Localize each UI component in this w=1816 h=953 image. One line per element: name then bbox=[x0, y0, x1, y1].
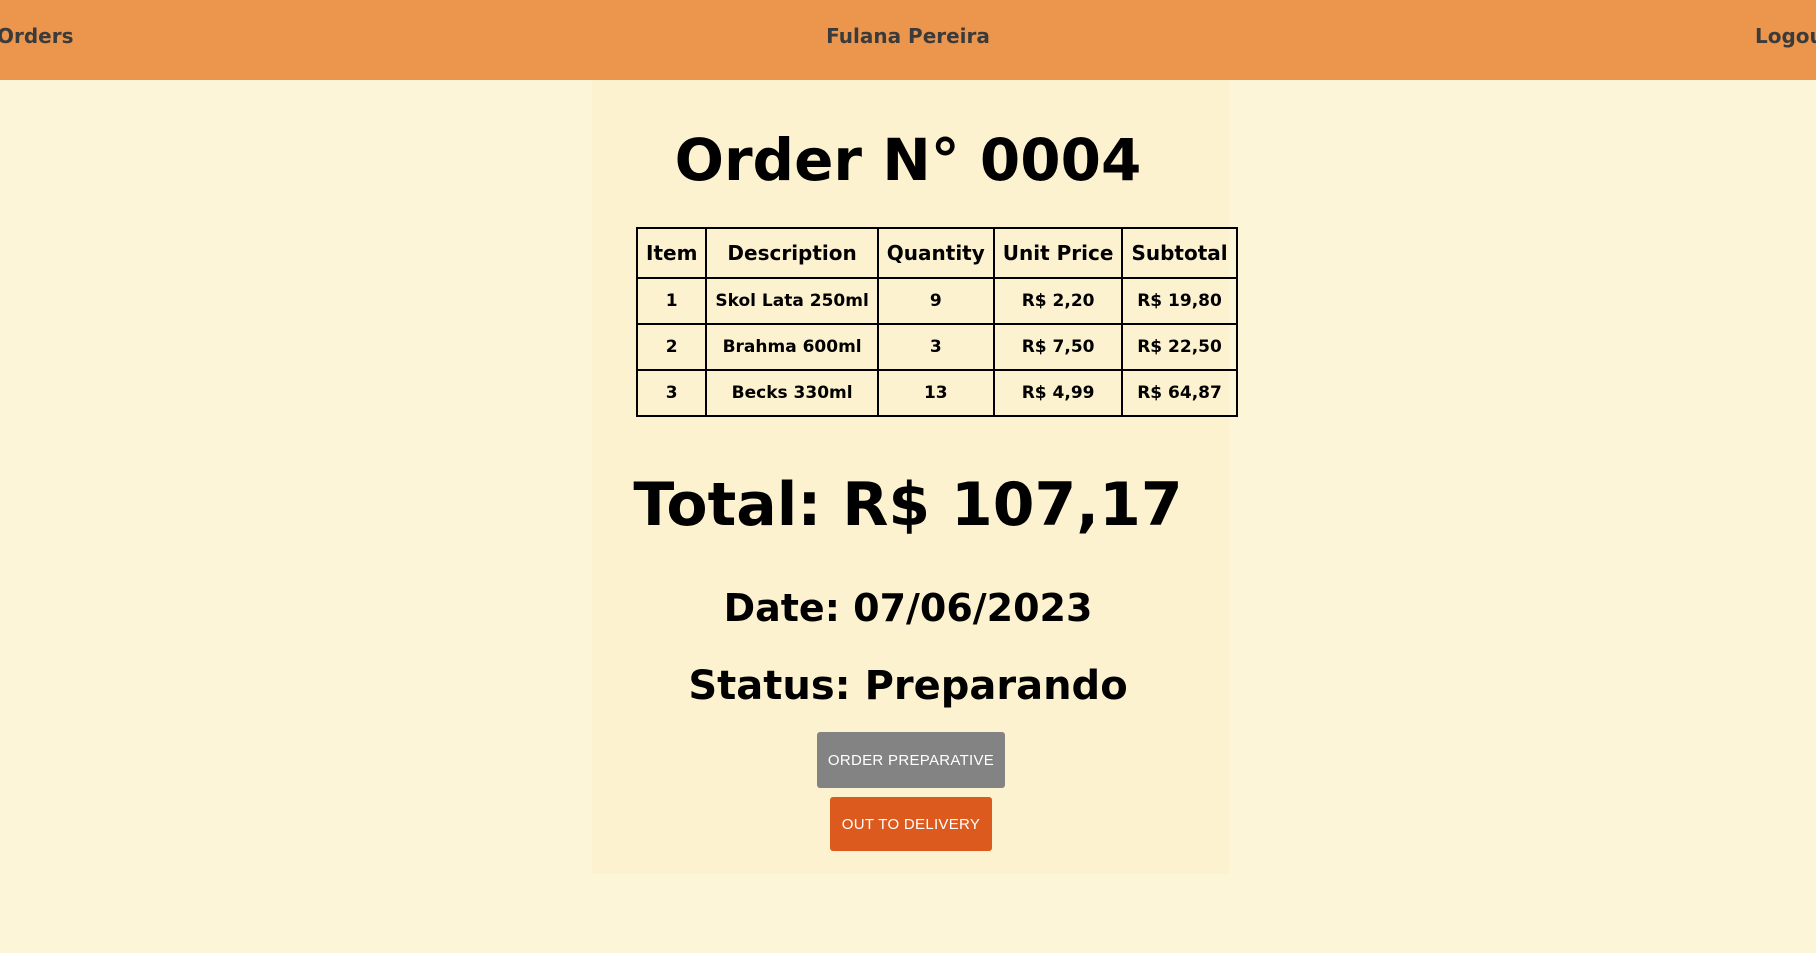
table-row: 2 Brahma 600ml 3 R$ 7,50 R$ 22,50 bbox=[635, 323, 1238, 371]
top-navbar: Fulana Pereira Orders Logout bbox=[0, 0, 1816, 80]
cell-unit-price: R$ 4,99 bbox=[992, 369, 1124, 417]
user-name: Fulana Pereira bbox=[826, 24, 990, 48]
logout-link[interactable]: Logout bbox=[1755, 0, 1816, 72]
cell-unit-price: R$ 7,50 bbox=[992, 323, 1124, 371]
order-status: Status: Preparando bbox=[688, 663, 1128, 709]
table-row: 1 Skol Lata 250ml 9 R$ 2,20 R$ 19,80 bbox=[635, 277, 1238, 325]
header-unit-price: Unit Price bbox=[992, 227, 1124, 279]
order-title: Order N° 0004 bbox=[674, 126, 1142, 194]
cell-description: Skol Lata 250ml bbox=[705, 277, 879, 325]
header-quantity: Quantity bbox=[876, 227, 995, 279]
cell-item: 2 bbox=[635, 323, 708, 371]
cell-quantity: 3 bbox=[876, 323, 995, 371]
header-item: Item bbox=[635, 227, 708, 279]
header-subtotal: Subtotal bbox=[1121, 227, 1238, 279]
cell-item: 1 bbox=[635, 277, 708, 325]
table-header-row: Item Description Quantity Unit Price Sub… bbox=[635, 227, 1238, 279]
header-description: Description bbox=[705, 227, 879, 279]
out-to-delivery-button[interactable]: OUT TO DELIVERY bbox=[830, 797, 992, 851]
order-items-table: Item Description Quantity Unit Price Sub… bbox=[635, 227, 1238, 417]
cell-item: 3 bbox=[635, 369, 708, 417]
cell-description: Becks 330ml bbox=[705, 369, 879, 417]
order-date: Date: 07/06/2023 bbox=[723, 586, 1093, 630]
cell-quantity: 13 bbox=[876, 369, 995, 417]
cell-subtotal: R$ 64,87 bbox=[1121, 369, 1238, 417]
cell-description: Brahma 600ml bbox=[705, 323, 879, 371]
order-total: Total: R$ 107,17 bbox=[633, 470, 1183, 540]
cell-subtotal: R$ 22,50 bbox=[1121, 323, 1238, 371]
orders-link[interactable]: Orders bbox=[0, 0, 74, 72]
order-preparative-button[interactable]: ORDER PREPARATIVE bbox=[817, 732, 1005, 788]
cell-subtotal: R$ 19,80 bbox=[1121, 277, 1238, 325]
table-row: 3 Becks 330ml 13 R$ 4,99 R$ 64,87 bbox=[635, 369, 1238, 417]
cell-quantity: 9 bbox=[876, 277, 995, 325]
cell-unit-price: R$ 2,20 bbox=[992, 277, 1124, 325]
